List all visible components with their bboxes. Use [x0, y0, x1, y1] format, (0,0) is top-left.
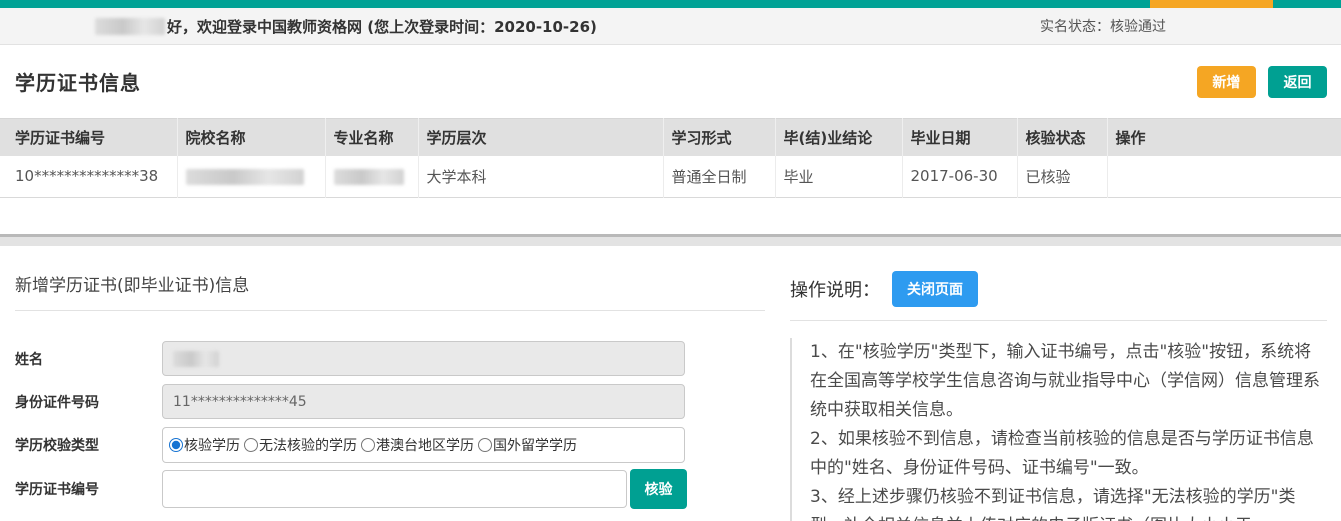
- name-label: 姓名: [15, 349, 162, 369]
- page-title-row: 学历证书信息 新增 返回: [0, 45, 1341, 118]
- title-actions: 新增 返回: [1197, 66, 1327, 98]
- verify-type-radio-group: 核验学历 无法核验的学历 港澳台地区学历 国外留学学历: [162, 427, 685, 463]
- form-title: 新增学历证书(即毕业证书)信息: [15, 271, 765, 311]
- instructions-title: 操作说明：: [790, 276, 880, 302]
- cell-conclusion: 毕业: [775, 156, 902, 198]
- header-bar: 好，欢迎登录中国教师资格网 (您上次登录时间：2020-10-26) 实名状态：…: [0, 8, 1341, 45]
- close-page-button[interactable]: 关闭页面: [892, 271, 978, 307]
- cell-study-form: 普通全日制: [663, 156, 775, 198]
- id-number-label: 身份证件号码: [15, 392, 162, 412]
- radio-hmt-degree-input[interactable]: [361, 438, 375, 452]
- add-button[interactable]: 新增: [1197, 66, 1256, 98]
- col-operation: 操作: [1107, 119, 1341, 156]
- radio-verify-degree-input[interactable]: [169, 438, 183, 452]
- cell-operation: [1107, 156, 1341, 198]
- back-button[interactable]: 返回: [1268, 66, 1327, 98]
- redacted-username: [95, 18, 165, 35]
- instructions-header: 操作说明： 关闭页面: [790, 271, 1327, 307]
- radio-unverifiable-degree[interactable]: 无法核验的学历: [244, 435, 357, 455]
- name-row: 姓名: [15, 341, 765, 376]
- redacted-major-name: [334, 169, 404, 185]
- col-school: 院校名称: [177, 119, 325, 156]
- radio-foreign-degree-label: 国外留学学历: [493, 435, 577, 455]
- id-number-value: 11**************45: [173, 394, 307, 410]
- cell-major: [325, 156, 418, 198]
- id-number-row: 身份证件号码 11**************45: [15, 384, 765, 419]
- top-accent-orange-segment: [1150, 0, 1273, 8]
- radio-verify-degree[interactable]: 核验学历: [169, 435, 240, 455]
- page-title: 学历证书信息: [15, 67, 141, 96]
- section-divider: [0, 234, 1341, 246]
- radio-foreign-degree[interactable]: 国外留学学历: [478, 435, 577, 455]
- bottom-section: 新增学历证书(即毕业证书)信息 姓名 身份证件号码 11************…: [0, 246, 1341, 521]
- col-major: 专业名称: [325, 119, 418, 156]
- cert-no-row: 学历证书编号 核验: [15, 469, 765, 509]
- col-grad-date: 毕业日期: [902, 119, 1017, 156]
- radio-unverifiable-degree-input[interactable]: [244, 438, 258, 452]
- cert-no-label: 学历证书编号: [15, 479, 162, 499]
- cell-verify-status: 已核验: [1017, 156, 1107, 198]
- realname-status: 实名状态：核验通过: [1040, 16, 1166, 36]
- col-conclusion: 毕(结)业结论: [775, 119, 902, 156]
- form-body: 姓名 身份证件号码 11**************45 学历校验类型 核验学历: [15, 341, 765, 509]
- add-certificate-form: 新增学历证书(即毕业证书)信息 姓名 身份证件号码 11************…: [15, 271, 765, 517]
- radio-verify-degree-label: 核验学历: [184, 435, 240, 455]
- instructions-divider: [790, 320, 1327, 321]
- redacted-school-name: [186, 169, 304, 185]
- cell-cert-no: 10**************38: [0, 156, 177, 198]
- cell-level: 大学本科: [418, 156, 663, 198]
- cert-no-input[interactable]: [162, 470, 627, 508]
- table-row: 10**************38 大学本科 普通全日制 毕业 2017-06…: [0, 156, 1341, 198]
- radio-hmt-degree[interactable]: 港澳台地区学历: [361, 435, 474, 455]
- top-accent-strip: [0, 0, 1341, 8]
- greeting-text: 好，欢迎登录中国教师资格网 (您上次登录时间：2020-10-26): [95, 16, 597, 37]
- col-study-form: 学习形式: [663, 119, 775, 156]
- radio-hmt-degree-label: 港澳台地区学历: [376, 435, 474, 455]
- instructions-text-block: 1、在"核验学历"类型下，输入证书编号，点击"核验"按钮，系统将在全国高等学校学…: [790, 338, 1327, 521]
- id-number-field: 11**************45: [162, 384, 685, 419]
- table-header-row: 学历证书编号 院校名称 专业名称 学历层次 学习形式 毕(结)业结论 毕业日期 …: [0, 119, 1341, 156]
- instruction-item: 1、在"核验学历"类型下，输入证书编号，点击"核验"按钮，系统将在全国高等学校学…: [810, 338, 1327, 425]
- cell-grad-date: 2017-06-30: [902, 156, 1017, 198]
- greeting-label: 好，欢迎登录中国教师资格网 (您上次登录时间：2020-10-26): [167, 16, 597, 37]
- name-field: [162, 341, 685, 376]
- redacted-name-value: [173, 351, 219, 367]
- radio-unverifiable-degree-label: 无法核验的学历: [259, 435, 357, 455]
- verify-type-label: 学历校验类型: [15, 435, 162, 455]
- cell-school: [177, 156, 325, 198]
- radio-foreign-degree-input[interactable]: [478, 438, 492, 452]
- col-level: 学历层次: [418, 119, 663, 156]
- instruction-item: 3、经上述步骤仍核验不到证书信息，请选择"无法核验的学历"类型，补全相关信息并上…: [810, 483, 1327, 521]
- instructions-panel: 操作说明： 关闭页面 1、在"核验学历"类型下，输入证书编号，点击"核验"按钮，…: [790, 271, 1327, 521]
- degree-certificate-table: 学历证书编号 院校名称 专业名称 学历层次 学习形式 毕(结)业结论 毕业日期 …: [0, 118, 1341, 198]
- col-verify-status: 核验状态: [1017, 119, 1107, 156]
- instruction-item: 2、如果核验不到信息，请检查当前核验的信息是否与学历证书信息中的"姓名、身份证件…: [810, 425, 1327, 483]
- col-cert-no: 学历证书编号: [0, 119, 177, 156]
- verify-button[interactable]: 核验: [630, 469, 687, 509]
- verify-type-row: 学历校验类型 核验学历 无法核验的学历 港澳台地区学历: [15, 427, 765, 463]
